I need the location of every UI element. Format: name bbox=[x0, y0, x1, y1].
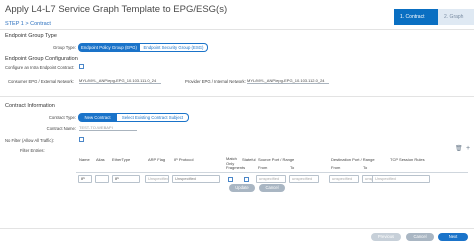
row-match-fragments-checkbox[interactable] bbox=[228, 177, 233, 182]
wizard-step-graph[interactable]: 2. Graph bbox=[438, 9, 474, 25]
consumer-epg-field[interactable]: MYL/MYL_ANP/epg-EPG_10.103.111.0_24 bbox=[79, 77, 161, 84]
col-match-only-fragments: Match Only Fragments bbox=[226, 156, 246, 171]
row-src-from-select[interactable]: unspecified bbox=[256, 175, 286, 183]
cancel-button[interactable]: Cancel bbox=[406, 233, 434, 241]
contract-name-input[interactable]: TEST-TO-WEBAPI bbox=[79, 124, 137, 131]
col-dest-to: To bbox=[363, 165, 368, 170]
next-button[interactable]: Next bbox=[438, 233, 468, 241]
step-breadcrumb: STEP 1 > Contract bbox=[5, 21, 51, 27]
contract-type-existing-option[interactable]: Select Existing Contract Subject bbox=[117, 113, 189, 122]
contract-name-label: Contract Name: bbox=[46, 126, 76, 131]
col-stateful: Stateful bbox=[242, 157, 256, 162]
no-filter-checkbox[interactable] bbox=[79, 137, 84, 142]
row-ethertype-select[interactable]: IP bbox=[112, 175, 140, 183]
row-update-button[interactable]: Update bbox=[229, 184, 255, 192]
previous-button[interactable]: Previous bbox=[371, 233, 401, 241]
header-divider bbox=[0, 29, 474, 30]
row-stateful-checkbox[interactable] bbox=[244, 177, 249, 182]
col-ip-protocol: IP Protocol bbox=[174, 157, 194, 162]
row-alias-input[interactable] bbox=[95, 175, 109, 183]
row-name-input[interactable]: IP bbox=[78, 175, 92, 183]
intra-contract-checkbox[interactable] bbox=[79, 64, 84, 69]
wizard-step-contract[interactable]: 1. Contract bbox=[394, 9, 438, 25]
col-source-to: To bbox=[290, 165, 295, 170]
page-title: Apply L4-L7 Service Graph Template to EP… bbox=[5, 4, 228, 15]
trash-icon[interactable]: 🗑 bbox=[455, 146, 463, 152]
contract-info-heading: Contract Information bbox=[5, 103, 55, 109]
group-type-epg-option[interactable]: Endpoint Policy Group (EPG) bbox=[78, 43, 140, 52]
col-alias: Alias bbox=[96, 157, 105, 162]
table-header-divider bbox=[76, 172, 468, 173]
row-cancel-button[interactable]: Cancel bbox=[259, 184, 285, 192]
footer-divider bbox=[0, 228, 474, 229]
col-ethertype: EtherType bbox=[112, 157, 131, 162]
contract-type-label: Contract Type: bbox=[48, 115, 76, 120]
epg-type-heading: Endpoint Group Type bbox=[5, 33, 57, 39]
col-name: Name bbox=[79, 157, 90, 162]
col-dest-from: From bbox=[331, 165, 341, 170]
col-dest-port-range: Destination Port / Range bbox=[331, 157, 375, 162]
epg-config-heading: Endpoint Group Configuration bbox=[5, 56, 78, 62]
row-tcp-rules-select[interactable]: Unspecified bbox=[372, 175, 430, 183]
contract-type-new-option[interactable]: New Contract bbox=[78, 113, 117, 122]
provider-epg-field[interactable]: MYL/MYL_ANP/epg-EPG_10.103.112.0_24 bbox=[247, 77, 329, 84]
group-type-esg-option[interactable]: Endpoint Security Group (ESG) bbox=[140, 43, 208, 52]
provider-epg-label: Provider EPG / Internal Network: bbox=[185, 79, 246, 84]
col-tcp-session-rules: TCP Session Rules bbox=[390, 157, 425, 162]
filter-entries-label: Filter Entries: bbox=[20, 148, 45, 153]
intra-contract-label: Configure an Intra Endpoint Contract: bbox=[5, 65, 75, 70]
col-arp-flag: ARP Flag bbox=[148, 157, 166, 162]
col-source-port-range: Source Port / Range bbox=[258, 157, 295, 162]
row-ip-protocol-select[interactable]: Unspecified bbox=[172, 175, 220, 183]
add-icon[interactable]: + bbox=[466, 145, 470, 152]
group-type-label: Group Type: bbox=[53, 45, 76, 50]
row-arp-flag-select[interactable]: Unspecified bbox=[145, 175, 169, 183]
col-source-from: From bbox=[258, 165, 268, 170]
consumer-epg-label: Consumer EPG / External Network: bbox=[8, 79, 74, 84]
row-dst-from-select[interactable]: unspecified bbox=[329, 175, 359, 183]
section-divider bbox=[0, 96, 474, 97]
row-src-to-select[interactable]: unspecified bbox=[289, 175, 319, 183]
no-filter-label: No Filter (Allow All Traffic): bbox=[5, 138, 55, 143]
